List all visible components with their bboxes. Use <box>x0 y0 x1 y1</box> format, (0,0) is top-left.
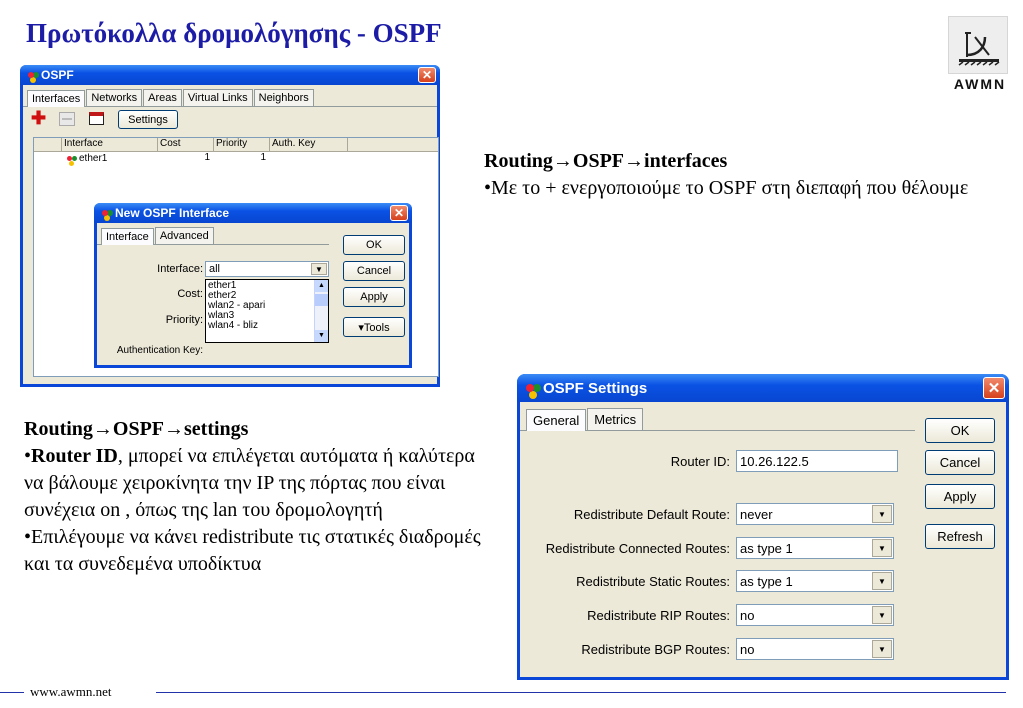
table-row[interactable]: ether1 1 1 <box>34 152 438 165</box>
router-id-label: Router ID: <box>670 454 730 469</box>
new-ospf-interface-dialog: New OSPF Interface ✕ Interface Advanced … <box>94 203 412 368</box>
tab-networks[interactable]: Networks <box>86 89 143 106</box>
comment-icon[interactable] <box>89 112 104 125</box>
redistribute-default-select[interactable]: never ▼ <box>736 503 894 525</box>
tab-general[interactable]: General <box>526 409 587 431</box>
auth-key-label: Authentication Key: <box>116 345 203 356</box>
cost-label: Cost: <box>177 288 203 300</box>
redistribute-static-label: Redistribute Static Routes: <box>576 574 730 589</box>
mikrotik-app-icon <box>521 379 539 397</box>
chevron-down-icon[interactable]: ▼ <box>872 539 892 557</box>
add-icon[interactable]: ✚ <box>31 109 47 127</box>
interfaces-explanation: Routing→OSPF→interfaces •Με το + ενεργοπ… <box>484 148 1004 202</box>
settings-heading: Routing→OSPF→settings <box>24 418 249 440</box>
redistribute-static-select[interactable]: as type 1 ▼ <box>736 570 894 592</box>
list-item[interactable]: wlan4 - bliz <box>208 321 326 331</box>
redistribute-rip-label: Redistribute RIP Routes: <box>587 608 730 623</box>
tab-neighbors[interactable]: Neighbors <box>253 89 314 106</box>
tab-advanced[interactable]: Advanced <box>154 227 214 244</box>
interfaces-heading: Routing→OSPF→interfaces <box>484 150 728 172</box>
priority-label: Priority: <box>165 314 203 326</box>
interface-dropdown-list[interactable]: ether1 ether2 wlan2 - apari wlan3 wlan4 … <box>205 279 329 343</box>
footer-divider-right <box>156 692 1006 693</box>
settings-titlebar[interactable]: OSPF Settings ✕ <box>517 374 1009 402</box>
mikrotik-app-icon <box>98 207 111 220</box>
col-priority[interactable]: Priority <box>214 138 270 151</box>
chevron-down-icon[interactable]: ▼ <box>872 606 892 624</box>
remove-icon[interactable] <box>59 112 75 126</box>
interface-combo[interactable]: all ▼ <box>205 261 329 277</box>
interfaces-bullet: •Με το + ενεργοποιούμε το OSPF στη διεπα… <box>484 177 969 199</box>
apply-button[interactable]: Apply <box>925 484 995 509</box>
col-cost[interactable]: Cost <box>158 138 214 151</box>
chevron-down-icon[interactable]: ▼ <box>872 505 892 523</box>
chevron-down-icon[interactable]: ▼ <box>872 572 892 590</box>
col-interface[interactable]: Interface <box>62 138 158 151</box>
row-priority: 1 <box>260 152 266 163</box>
footer-divider-left <box>0 692 24 693</box>
interface-icon <box>64 152 75 165</box>
tab-interfaces[interactable]: Interfaces <box>27 90 86 107</box>
tab-virtual-links[interactable]: Virtual Links <box>182 89 253 106</box>
scroll-up-icon[interactable]: ▲ <box>315 280 328 292</box>
router-id-input[interactable]: 10.26.122.5 <box>736 450 898 472</box>
row-auth-key <box>270 152 348 165</box>
interface-label: Interface: <box>157 263 203 275</box>
dialog-title: New OSPF Interface <box>115 206 230 220</box>
row-interface: ether1 <box>79 153 108 164</box>
col-auth-key[interactable]: Auth. Key <box>270 138 348 151</box>
tab-metrics[interactable]: Metrics <box>587 408 644 430</box>
ok-button[interactable]: OK <box>925 418 995 443</box>
close-icon[interactable]: ✕ <box>418 67 436 83</box>
ok-button[interactable]: OK <box>343 235 405 255</box>
row-cost: 1 <box>204 152 210 163</box>
router-id-bullet: •Router ID, μπορεί να επιλέγεται αυτόματ… <box>24 445 475 521</box>
logo-text: AWMN <box>953 76 1007 92</box>
redistribute-bgp-label: Redistribute BGP Routes: <box>581 642 730 657</box>
settings-title: OSPF Settings <box>543 379 648 397</box>
chevron-down-icon[interactable]: ▼ <box>311 263 327 275</box>
redistribute-default-label: Redistribute Default Route: <box>573 507 730 522</box>
awmn-logo: AWMN <box>944 16 1010 96</box>
settings-button[interactable]: Settings <box>118 110 178 129</box>
tab-areas[interactable]: Areas <box>143 89 182 106</box>
close-icon[interactable]: ✕ <box>390 205 408 221</box>
cancel-button[interactable]: Cancel <box>925 450 995 475</box>
redistribute-connected-select[interactable]: as type 1 ▼ <box>736 537 894 559</box>
mikrotik-app-icon <box>24 69 37 82</box>
ospf-settings-window: OSPF Settings ✕ General Metrics Router I… <box>517 374 1009 680</box>
cancel-button[interactable]: Cancel <box>343 261 405 281</box>
apply-button[interactable]: Apply <box>343 287 405 307</box>
redistribute-rip-select[interactable]: no ▼ <box>736 604 894 626</box>
dialog-titlebar[interactable]: New OSPF Interface ✕ <box>94 203 412 223</box>
tools-button[interactable]: ▾Tools <box>343 317 405 337</box>
close-icon[interactable]: ✕ <box>983 377 1005 399</box>
tab-interface[interactable]: Interface <box>101 228 154 245</box>
logo-emblem-icon <box>948 16 1008 74</box>
refresh-button[interactable]: Refresh <box>925 524 995 549</box>
router-id-term: Router ID <box>31 445 118 467</box>
dropdown-scrollbar[interactable]: ▲ ▼ <box>314 280 328 342</box>
redistribute-bullet: •Επιλέγουμε να κάνει redistribute τις στ… <box>24 526 481 575</box>
redistribute-bgp-select[interactable]: no ▼ <box>736 638 894 660</box>
chevron-down-icon[interactable]: ▼ <box>872 640 892 658</box>
ospf-window-title: OSPF <box>41 68 74 82</box>
ospf-window-titlebar[interactable]: OSPF ✕ <box>20 65 440 85</box>
redistribute-connected-label: Redistribute Connected Routes: <box>545 541 730 556</box>
slide-title: Πρωτόκολλα δρομολόγησης - OSPF <box>26 18 442 48</box>
footer-url: www.awmn.net <box>30 684 112 699</box>
scroll-down-icon[interactable]: ▼ <box>315 330 328 342</box>
settings-explanation: Routing→OSPF→settings •Router ID, μπορεί… <box>24 416 494 578</box>
